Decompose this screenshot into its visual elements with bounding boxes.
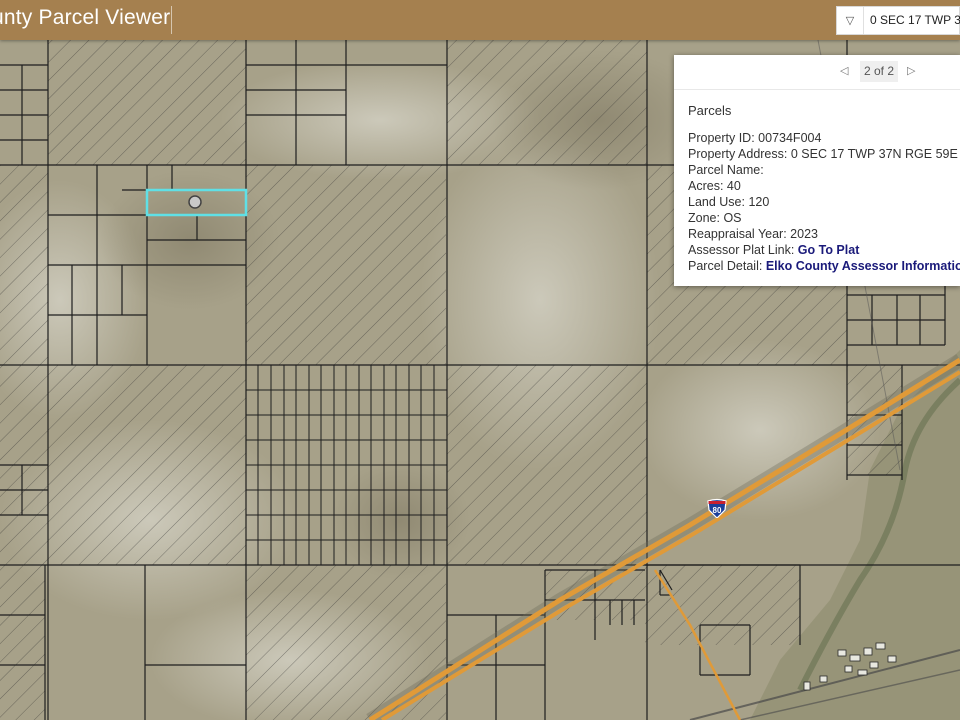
header-divider [171,6,172,34]
popup-pager: ◁ 2 of 2 ▷ [674,55,960,89]
popup-layer-title: Parcels [688,103,732,118]
field-zone: Zone: OS [688,211,742,225]
interstate-shield: 80 [707,498,727,519]
field-land-use: Land Use: 120 [688,195,770,209]
assessor-information-link[interactable]: Elko County Assessor Information [766,259,960,273]
previous-feature-button[interactable]: ◁ [840,64,848,77]
app-header: unty Parcel Viewer ▽ 0 SEC 17 TWP 37 [0,0,960,40]
field-acres: Acres: 40 [688,179,741,193]
field-property-id: Property ID: 00734F004 [688,131,822,145]
field-parcel-detail: Parcel Detail: Elko County Assessor Info… [688,258,960,274]
field-assessor-plat-link: Assessor Plat Link: Go To Plat [688,243,860,257]
field-reappraisal-year: Reappraisal Year: 2023 [688,227,818,241]
chevron-down-icon: ▽ [845,15,855,27]
parcel-popup: ◁ 2 of 2 ▷ Parcels Property ID: 00734F00… [674,55,960,286]
shield-icon: 80 [707,498,727,519]
field-property-address: Property Address: 0 SEC 17 TWP 37N RGE 5… [688,147,960,161]
field-parcel-name: Parcel Name: [688,163,764,177]
search-input[interactable]: 0 SEC 17 TWP 37 [870,13,960,27]
search-source-dropdown[interactable]: ▽ [837,7,864,34]
svg-text:80: 80 [713,506,722,515]
feature-count: 2 of 2 [860,61,898,82]
next-feature-button[interactable]: ▷ [907,64,915,77]
location-marker[interactable] [188,195,202,209]
popup-fields: Property ID: 00734F004 Property Address:… [688,130,960,274]
app-title: unty Parcel Viewer [0,6,171,29]
go-to-plat-link[interactable]: Go To Plat [798,243,860,257]
search-box[interactable]: ▽ 0 SEC 17 TWP 37 [836,6,960,35]
popup-divider [674,89,960,90]
